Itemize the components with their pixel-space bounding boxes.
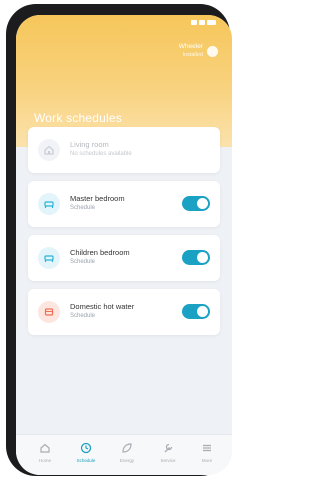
clock-icon [80,442,92,454]
schedule-card-master-bedroom[interactable]: Master bedroom Schedule [28,181,220,227]
account-status: Installed [182,52,204,58]
bed-icon [38,193,60,215]
schedule-subtitle: Schedule [70,259,96,265]
battery-icon [207,20,216,25]
toggle-knob [197,252,208,263]
schedule-subtitle: Schedule [70,313,96,319]
schedule-title: Master bedroom [70,194,125,203]
tab-service[interactable]: Service [153,441,183,463]
signal-icon [191,20,197,25]
wrench-icon [164,443,173,453]
home-icon [38,139,60,161]
schedule-card-living-room[interactable]: Living room No schedules available [28,127,220,173]
tab-label: More [201,458,213,463]
schedule-card-domestic-hot-water[interactable]: Domestic hot water Schedule [28,289,220,335]
tab-energy[interactable]: Energy [112,441,142,463]
account-text: Wheeler Installed [179,43,203,59]
status-icons [191,20,216,25]
status-bar [16,15,232,31]
tab-more[interactable]: More [192,441,222,463]
app-screen: Wheeler Installed Work schedules Living … [16,15,232,475]
wifi-icon [199,20,205,25]
leaf-icon [122,443,132,453]
schedule-subtitle: No schedules available [70,151,132,157]
toggle-knob [197,306,208,317]
page-title: Work schedules [34,111,122,125]
schedule-title: Domestic hot water [70,302,135,311]
account-name: Wheeler [178,43,203,50]
avatar [207,45,218,57]
tab-label: Service [160,458,176,463]
tab-home[interactable]: Home [30,441,60,463]
phone-frame: Wheeler Installed Work schedules Living … [6,4,232,476]
schedule-title: Children bedroom [70,248,130,257]
tab-label: Home [38,458,51,463]
hot-water-icon [38,301,60,323]
bottom-tab-bar: Home Schedule Energy Service More [16,434,232,475]
tab-schedule[interactable]: Schedule [71,441,101,463]
bed-icon [38,247,60,269]
tab-label: Schedule [76,458,96,463]
schedule-toggle[interactable] [182,304,210,319]
tab-label: Energy [119,458,135,463]
schedule-toggle[interactable] [182,250,210,265]
schedule-toggle[interactable] [182,196,210,211]
schedule-subtitle: Schedule [70,205,96,211]
toggle-knob [197,198,208,209]
account-menu[interactable]: Wheeler Installed [179,43,218,59]
menu-icon [203,444,211,452]
schedule-title: Living room [70,140,109,149]
schedule-card-children-bedroom[interactable]: Children bedroom Schedule [28,235,220,281]
home-icon [40,443,50,453]
